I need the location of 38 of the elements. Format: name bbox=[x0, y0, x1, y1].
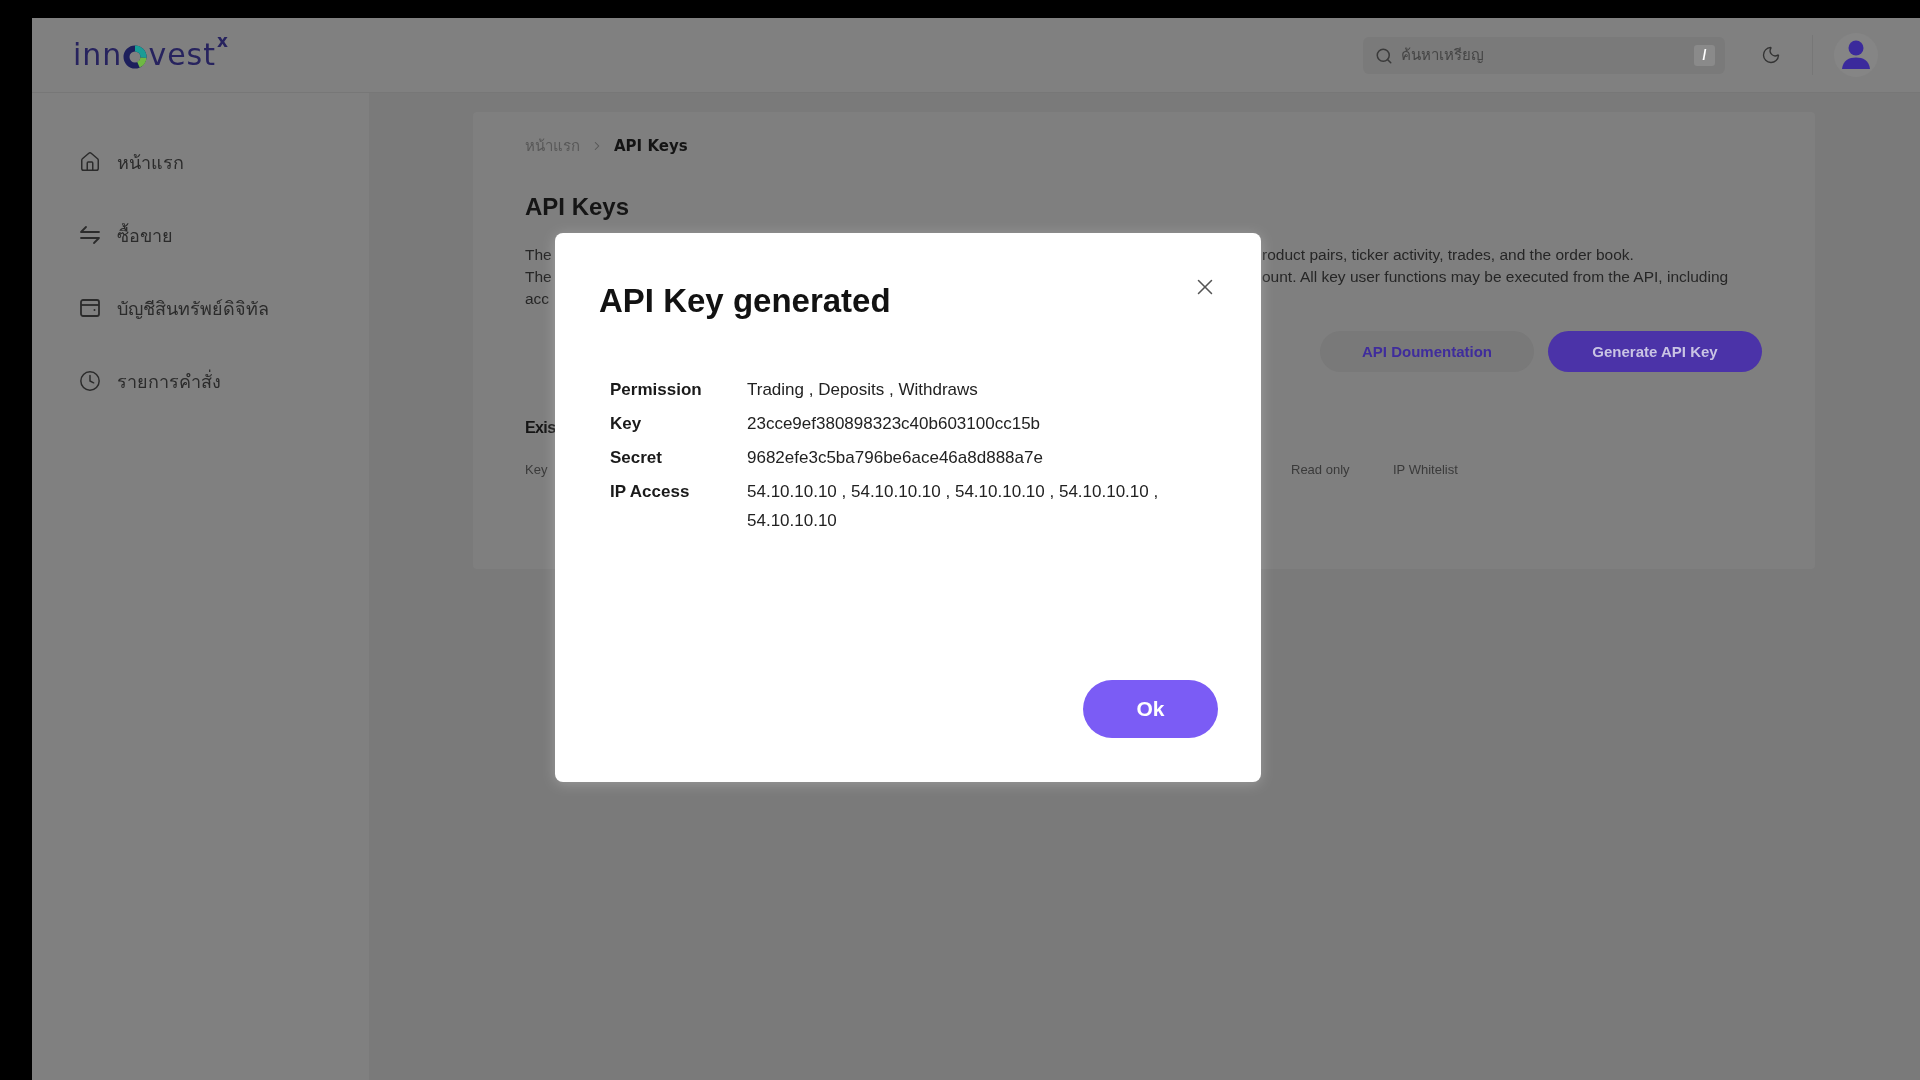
sidebar-item[interactable]: ซื้อขาย bbox=[79, 216, 369, 254]
ok-button[interactable]: Ok bbox=[1083, 680, 1218, 738]
description-text: acc bbox=[525, 289, 550, 309]
logo-text: vest bbox=[148, 38, 216, 72]
page-title: API Keys bbox=[525, 192, 630, 222]
field-label: Key bbox=[610, 413, 643, 435]
field-value: 54.10.10.10 , 54.10.10.10 , 54.10.10.10 , 54.10.10.10 , 54.10.10.10 bbox=[747, 481, 1160, 532]
shortcut-key: / bbox=[1694, 44, 1715, 66]
column-header: IP Whitelist bbox=[1393, 462, 1458, 478]
column-header: Read only bbox=[1291, 462, 1350, 478]
logo-superscript: x bbox=[217, 32, 228, 50]
field-value: 9682efe3c5ba796be6ace46a8d888a7e bbox=[747, 447, 1044, 469]
documentation-button[interactable]: API Doumentation bbox=[1320, 331, 1534, 372]
column-header: Key bbox=[525, 462, 548, 478]
field-label: Permission bbox=[610, 379, 703, 401]
logo-text: inn bbox=[73, 38, 123, 72]
home-icon bbox=[79, 151, 101, 173]
description-text: The bbox=[525, 245, 552, 265]
description-text: The bbox=[525, 267, 552, 287]
sidebar-item[interactable]: รายการคำสั่ง bbox=[79, 362, 369, 400]
description-text: roduct pairs, ticker activity, trades, and the order book. bbox=[1262, 245, 1634, 265]
sidebar-item[interactable]: บัญชีสินทรัพย์ดิจิทัล bbox=[79, 289, 369, 327]
breadcrumb-link[interactable]: API Keys bbox=[614, 137, 688, 155]
clock-icon bbox=[79, 370, 101, 392]
description-text: ount. All key user functions may be executed from the API, including bbox=[1262, 267, 1729, 287]
search-icon bbox=[1375, 46, 1393, 65]
dialog-title: API Key generated bbox=[599, 281, 891, 321]
field-value: Trading , Deposits , Withdraws bbox=[747, 379, 979, 401]
section-title: Exis bbox=[525, 418, 556, 438]
field-label: Secret bbox=[610, 447, 663, 469]
wallet-icon bbox=[79, 297, 101, 319]
swap-arrows-icon bbox=[79, 224, 101, 246]
sidebar-item[interactable]: หน้าแรก bbox=[79, 143, 369, 181]
field-label: IP Access bbox=[610, 481, 691, 503]
moon-icon[interactable] bbox=[1761, 45, 1781, 65]
field-value: 23cce9ef380898323c40b603100cc15b bbox=[747, 413, 1042, 435]
generate-key-button[interactable]: Generate API Key bbox=[1548, 331, 1762, 372]
logo-ring-icon bbox=[123, 45, 148, 69]
